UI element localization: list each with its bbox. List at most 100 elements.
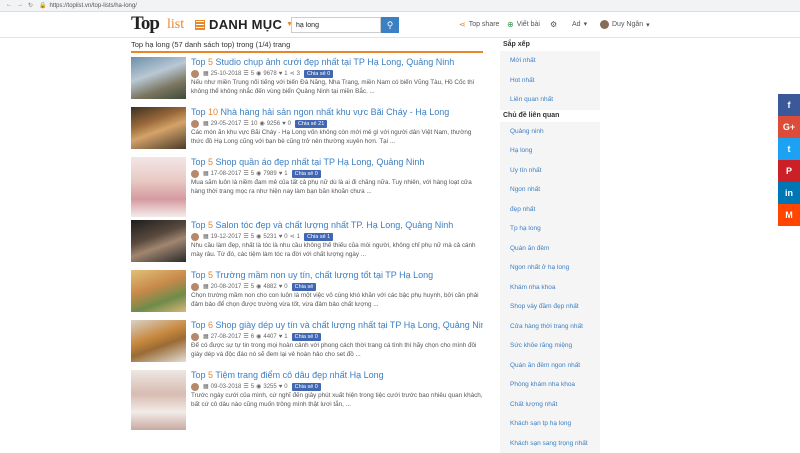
settings-link[interactable]: ⚙ xyxy=(550,20,557,29)
item-title[interactable]: Top 10 Nhà hàng hải sản ngon nhất khu vự… xyxy=(191,107,483,118)
item-thumbnail[interactable] xyxy=(131,270,186,312)
heart-icon: ♥ xyxy=(279,71,283,77)
list-item[interactable]: Top 5 Salon tóc đẹp và chất lượng nhất T… xyxy=(131,220,483,270)
category-menu[interactable]: DANH MỤC ▼ xyxy=(195,17,293,32)
mix-icon[interactable]: M xyxy=(778,204,800,226)
results-title: Top hạ long (57 danh sách top) trong (1/… xyxy=(131,39,483,50)
topic-link[interactable]: Sức khỏe răng miệng xyxy=(500,336,600,356)
topic-link[interactable]: Chất lượng nhất xyxy=(500,395,600,415)
reload-icon[interactable]: ↻ xyxy=(28,2,33,9)
item-title[interactable]: Top 5 Tiệm trang điểm cô dâu đẹp nhất Hạ… xyxy=(191,370,483,381)
sort-option[interactable]: Hot nhất xyxy=(500,71,600,91)
pinterest-icon[interactable]: P xyxy=(778,160,800,182)
topic-link[interactable]: Khách sạn tp hạ long xyxy=(500,414,600,434)
topic-link[interactable]: Quán ăn đêm ngon nhất xyxy=(500,356,600,376)
topic-link[interactable]: Quán ăn đêm xyxy=(500,239,600,259)
facebook-share-button[interactable]: Chia sẻ xyxy=(292,283,317,291)
facebook-share-button[interactable]: Chia sẻ 21 xyxy=(295,120,327,128)
item-date: 19-12-2017 xyxy=(211,234,242,240)
item-title[interactable]: Top 6 Shop giày dép uy tín và chất lượng… xyxy=(191,320,483,331)
site-header: Top list DANH MỤC ▼ ⚲ ⋖ Top share ⊕ Viết… xyxy=(0,12,800,38)
item-thumbnail[interactable] xyxy=(131,107,186,149)
topic-link[interactable]: đẹp nhất xyxy=(500,200,600,220)
item-count-number: 5 xyxy=(208,57,213,67)
list-icon: ☰ xyxy=(243,383,248,390)
facebook-share-button[interactable]: Chia sẻ 0 xyxy=(292,383,321,391)
write-post-link[interactable]: ⊕ Viết bài xyxy=(507,20,540,29)
linkedin-icon[interactable]: in xyxy=(778,182,800,204)
url-bar[interactable]: https://toplist.vn/top-lists/ha-long/ xyxy=(50,3,137,9)
admin-menu[interactable]: Ad ▾ xyxy=(572,20,587,28)
share-icon: ⋖ xyxy=(290,70,295,77)
list-item[interactable]: Top 5 Studio chụp ảnh cưới đẹp nhất tại … xyxy=(131,57,483,107)
item-title[interactable]: Top 5 Trường mầm non uy tín, chất lượng … xyxy=(191,270,483,281)
chevron-down-icon: ▾ xyxy=(646,21,650,29)
list-item[interactable]: Top 6 Shop giày dép uy tín và chất lượng… xyxy=(131,320,483,370)
item-list-count: 5 xyxy=(251,384,254,390)
top-share-link[interactable]: ⋖ Top share xyxy=(459,20,499,29)
top-share-label: Top share xyxy=(469,21,500,28)
item-thumbnail[interactable] xyxy=(131,220,186,262)
list-icon: ☰ xyxy=(243,170,248,177)
twitter-icon[interactable]: t xyxy=(778,138,800,160)
facebook-share-button[interactable]: Chia sẻ 0 xyxy=(292,333,321,341)
item-views: 3255 xyxy=(263,384,276,390)
item-thumbnail[interactable] xyxy=(131,57,186,99)
calendar-icon: ▦ xyxy=(203,233,209,240)
item-count-number: 5 xyxy=(208,220,213,230)
calendar-icon: ▦ xyxy=(203,283,209,290)
gear-icon: ⚙ xyxy=(550,20,557,29)
item-count-number: 5 xyxy=(208,157,213,167)
facebook-share-button[interactable]: Chia sẻ 0 xyxy=(292,170,321,178)
sort-option[interactable]: Mới nhất xyxy=(500,51,600,71)
avatar xyxy=(600,20,609,29)
item-title[interactable]: Top 5 Studio chụp ảnh cưới đẹp nhất tại … xyxy=(191,57,483,68)
facebook-share-button[interactable]: Chia sẻ 0 xyxy=(304,70,333,78)
item-thumbnail[interactable] xyxy=(131,370,186,430)
sort-option[interactable]: Liên quan nhất xyxy=(500,90,600,110)
topic-link[interactable]: Phòng khám nha khoa xyxy=(500,375,600,395)
menu-icon xyxy=(195,20,205,30)
item-title[interactable]: Top 5 Shop quần áo đẹp nhất tại TP Hạ Lo… xyxy=(191,157,483,168)
search-input[interactable] xyxy=(291,17,381,33)
heart-icon: ♥ xyxy=(279,171,283,177)
eye-icon: ◉ xyxy=(256,170,261,177)
topic-link[interactable]: Khách sạn sang trọng nhất xyxy=(500,434,600,453)
list-item[interactable]: Top 5 Trường mầm non uy tín, chất lượng … xyxy=(131,270,483,320)
search-button[interactable]: ⚲ xyxy=(381,17,399,33)
list-item[interactable]: Top 10 Nhà hàng hải sản ngon nhất khu vự… xyxy=(131,107,483,157)
item-views: 7989 xyxy=(263,171,276,177)
item-views: 5231 xyxy=(263,234,276,240)
item-count-number: 6 xyxy=(208,320,213,330)
item-title[interactable]: Top 5 Salon tóc đẹp và chất lượng nhất T… xyxy=(191,220,483,231)
topic-link[interactable]: Khám nha khoa xyxy=(500,278,600,298)
facebook-share-button[interactable]: Chia sẻ 1 xyxy=(304,233,333,241)
topic-link[interactable]: Quảng ninh xyxy=(500,122,600,142)
sidebar: Sắp xếp Mới nhấtHot nhấtLiên quan nhất C… xyxy=(500,39,600,453)
topic-link[interactable]: Ngon nhất xyxy=(500,180,600,200)
user-menu[interactable]: Duy Ngân ▾ xyxy=(600,20,650,29)
browser-nav: ← → ↻ xyxy=(6,2,33,9)
heart-icon: ♥ xyxy=(279,234,283,240)
item-list-count: 5 xyxy=(251,234,254,240)
list-item[interactable]: Top 5 Tiệm trang điểm cô dâu đẹp nhất Hạ… xyxy=(131,370,483,433)
topic-list: Quảng ninhHạ longUy tín nhấtNgon nhấtđẹp… xyxy=(500,122,600,453)
item-thumbnail[interactable] xyxy=(131,320,186,362)
topic-link[interactable]: Cửa hàng thời trang nhất xyxy=(500,317,600,337)
topic-link[interactable]: Ngon nhất ở hạ long xyxy=(500,258,600,278)
topic-link[interactable]: Shop váy đầm đẹp nhất xyxy=(500,297,600,317)
item-likes: 0 xyxy=(284,284,287,290)
google-plus-icon[interactable]: G+ xyxy=(778,116,800,138)
item-meta: ▦ 09-03-2018 ☰ 5 ◉ 3255 ♥ 0 Chia sẻ 0 xyxy=(191,381,483,392)
facebook-icon[interactable]: f xyxy=(778,94,800,116)
topic-link[interactable]: Hạ long xyxy=(500,141,600,161)
topic-link[interactable]: Uy tín nhất xyxy=(500,161,600,181)
forward-icon[interactable]: → xyxy=(17,2,23,9)
calendar-icon: ▦ xyxy=(203,70,209,77)
topic-link[interactable]: Tp hạ long xyxy=(500,219,600,239)
site-logo[interactable]: Top list xyxy=(131,15,183,35)
back-icon[interactable]: ← xyxy=(6,2,12,9)
item-thumbnail[interactable] xyxy=(131,157,186,217)
list-item[interactable]: Top 5 Shop quần áo đẹp nhất tại TP Hạ Lo… xyxy=(131,157,483,220)
avatar xyxy=(191,333,199,341)
